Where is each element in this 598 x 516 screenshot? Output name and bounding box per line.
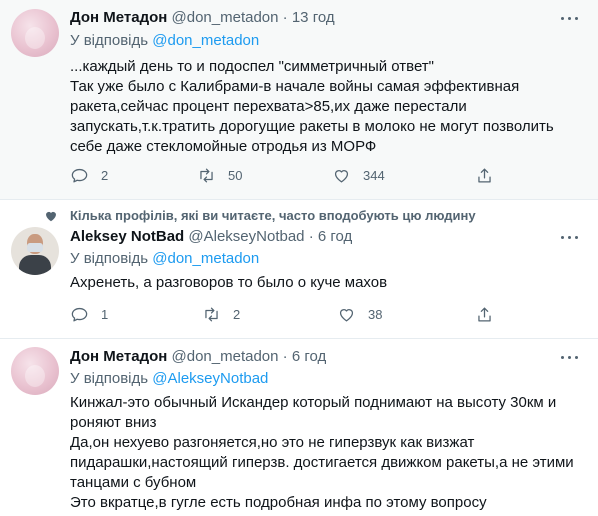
share-button[interactable]: [475, 165, 494, 185]
user-handle[interactable]: @AlekseyNotbad: [188, 228, 304, 245]
text-line: запускать,т.к.тратить дорогущие ракеты в…: [70, 118, 554, 135]
text-line: ракета,сейчас процент перехвата>85,их да…: [70, 98, 467, 115]
tweet-header: Дон Метадон @don_metadon · 13 год: [70, 8, 335, 28]
tweet-text: ...каждый день то и подоспел "симметричн…: [70, 57, 580, 157]
heart-icon: [339, 308, 354, 321]
more-icon[interactable]: [560, 347, 580, 367]
text-line: пидарашки,настоящий гиперзв. достигается…: [70, 454, 574, 471]
timestamp[interactable]: 6 год: [292, 348, 326, 365]
reply-icon: [71, 168, 88, 182]
display-name[interactable]: Дон Метадон: [70, 9, 167, 26]
text-line: ...каждый день то и подоспел "симметричн…: [70, 58, 434, 75]
reply-context: У відповідь @don_metadon: [70, 249, 259, 269]
tweet-header: Дон Метадон @don_metadon · 6 год: [70, 347, 326, 367]
reply-icon: [71, 307, 88, 321]
reply-context: У відповідь @AlekseyNotbad: [70, 369, 268, 389]
share-button[interactable]: [475, 304, 494, 324]
separator: ·: [308, 228, 314, 245]
text-line: роняют вниз: [70, 414, 157, 431]
like-button[interactable]: 38: [337, 304, 382, 324]
user-handle[interactable]: @don_metadon: [172, 9, 279, 26]
retweet-count: 2: [233, 306, 241, 322]
social-context: Кілька профілів, які ви читаєте, часто в…: [44, 208, 476, 224]
tweet-actions: 2 50 344: [70, 165, 530, 185]
text-line: себе даже стекломойные отродья из МОРФ: [70, 138, 377, 155]
share-icon: [478, 307, 491, 321]
share-icon: [478, 168, 491, 182]
separator: ·: [282, 348, 288, 365]
reply-count: 2: [101, 167, 109, 183]
text-line: Так уже было с Калибрами-в начале войны …: [70, 78, 520, 95]
avatar[interactable]: [11, 9, 59, 57]
text-line: танцами с бубном: [70, 474, 197, 491]
reply-to-link[interactable]: @don_metadon: [152, 250, 259, 267]
reply-count: 1: [101, 306, 109, 322]
text-line: Да,он нехуево разгоняется,но это не гипе…: [70, 434, 475, 451]
text-line: Ахренеть, а разговоров то было о куче ма…: [70, 274, 388, 291]
like-count: 344: [363, 167, 385, 183]
reply-prefix: У відповідь: [70, 370, 149, 387]
avatar[interactable]: [11, 227, 59, 275]
tweet-actions: 1 2 38: [70, 304, 530, 324]
tweet-text: Кинжал-это обычный Искандер который подн…: [70, 393, 580, 513]
like-button[interactable]: 344: [332, 165, 385, 185]
social-context-text: Кілька профілів, які ви читаєте, часто в…: [70, 208, 476, 223]
retweet-icon: [205, 307, 218, 321]
display-name[interactable]: Aleksey NotBad: [70, 228, 184, 245]
tweet-header: Aleksey NotBad @AlekseyNotbad · 6 год: [70, 227, 352, 247]
reply-context: У відповідь @don_metadon: [70, 31, 259, 51]
heart-filled-icon: [46, 211, 56, 222]
like-count: 38: [368, 306, 383, 322]
text-line: Кинжал-это обычный Искандер который подн…: [70, 394, 557, 411]
tweet[interactable]: Дон Метадон @don_metadon · 13 год У відп…: [0, 0, 598, 199]
tweet[interactable]: Кілька профілів, які ви читаєте, часто в…: [0, 199, 598, 339]
more-icon[interactable]: [560, 227, 580, 247]
retweet-button[interactable]: 2: [202, 304, 240, 324]
reply-button[interactable]: 1: [70, 304, 108, 324]
reply-to-link[interactable]: @AlekseyNotbad: [152, 370, 268, 387]
retweet-button[interactable]: 50: [197, 165, 242, 185]
reply-prefix: У відповідь: [70, 250, 149, 267]
user-handle[interactable]: @don_metadon: [172, 348, 279, 365]
reply-to-link[interactable]: @don_metadon: [152, 32, 259, 49]
reply-button[interactable]: 2: [70, 165, 108, 185]
display-name[interactable]: Дон Метадон: [70, 348, 167, 365]
text-line: Это вкратце,в гугле есть подробная инфа …: [70, 494, 487, 511]
retweet-icon: [200, 168, 213, 182]
reply-prefix: У відповідь: [70, 32, 149, 49]
tweet[interactable]: Дон Метадон @don_metadon · 6 год У відпо…: [0, 338, 598, 516]
more-icon[interactable]: [560, 8, 580, 28]
tweet-text: Ахренеть, а разговоров то было о куче ма…: [70, 273, 580, 293]
avatar[interactable]: [11, 347, 59, 395]
timestamp[interactable]: 6 год: [318, 228, 352, 245]
heart-icon: [334, 169, 349, 182]
separator: ·: [282, 9, 288, 26]
timestamp[interactable]: 13 год: [292, 9, 335, 26]
retweet-count: 50: [228, 167, 243, 183]
